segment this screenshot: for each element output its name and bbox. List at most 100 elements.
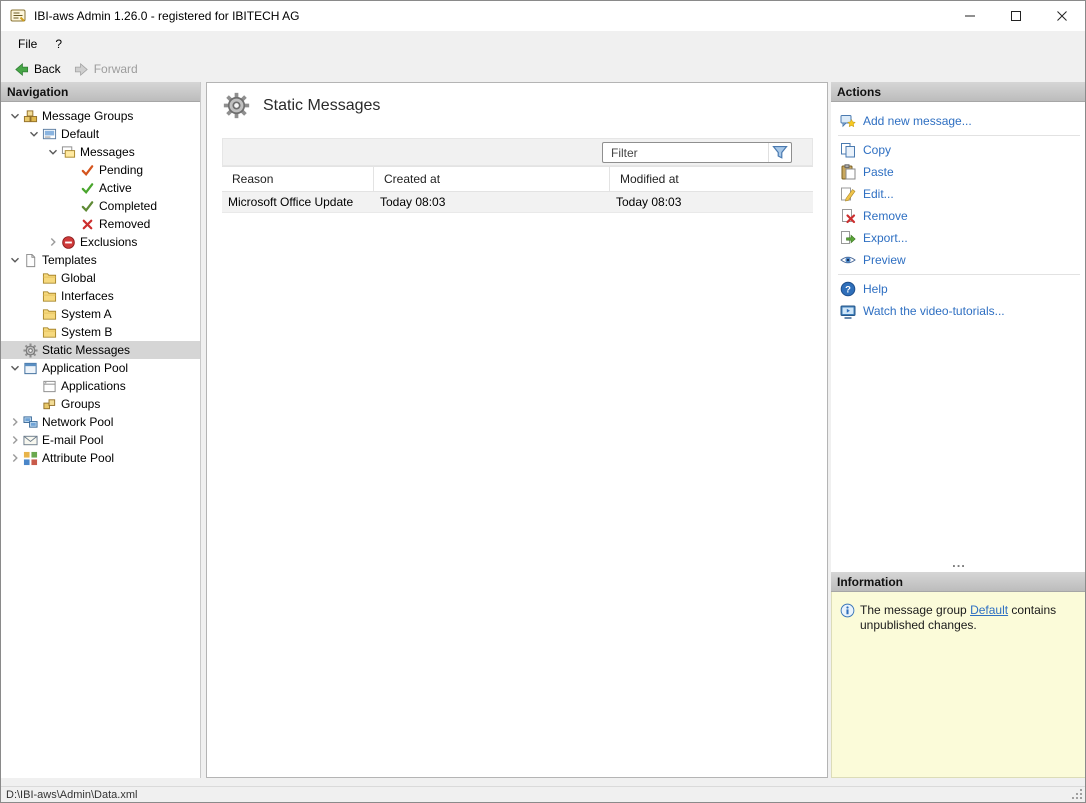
table-header: Reason Created at Modified at (222, 166, 813, 192)
actions-splitter-grip[interactable]: ... (831, 556, 1085, 572)
action-export[interactable]: Export... (831, 227, 1085, 249)
nav-tree: Message Groups Default Messages Pending … (1, 102, 200, 467)
table-cell: Today 08:03 (616, 195, 682, 209)
tree-item-exclusions[interactable]: Exclusions (1, 233, 200, 251)
preview-icon (840, 252, 856, 268)
menu-file[interactable]: File (9, 31, 46, 56)
navigation-panel-header: Navigation (1, 82, 200, 102)
tree-item-system-a[interactable]: System A (1, 305, 200, 323)
completed-icon (80, 199, 95, 214)
maximize-icon (1011, 11, 1021, 21)
back-button[interactable]: Back (7, 58, 67, 80)
chevron-right-icon[interactable] (7, 450, 23, 466)
tree-item-label: Exclusions (80, 235, 138, 249)
actions-panel: Actions Add new message... Copy Paste Ed… (831, 82, 1085, 572)
info-icon (840, 603, 855, 618)
action-label: Preview (863, 253, 906, 267)
action-paste[interactable]: Paste (831, 161, 1085, 183)
tree-item-default[interactable]: Default (1, 125, 200, 143)
active-icon (80, 181, 95, 196)
application-pool-icon (23, 361, 38, 376)
tree-item-label: Network Pool (42, 415, 114, 429)
folder-icon (42, 307, 57, 322)
information-panel: Information The message group Default co… (831, 572, 1085, 778)
menu-help[interactable]: ? (46, 31, 71, 56)
chevron-down-icon[interactable] (45, 144, 61, 160)
action-edit[interactable]: Edit... (831, 183, 1085, 205)
action-watch-the-video-tutorials[interactable]: Watch the video-tutorials... (831, 300, 1085, 322)
column-header-modified-at[interactable]: Modified at (610, 167, 813, 191)
chevron-right-icon[interactable] (45, 234, 61, 250)
tree-item-network-pool[interactable]: Network Pool (1, 413, 200, 431)
chevron-down-icon[interactable] (26, 126, 42, 142)
tree-item-templates[interactable]: Templates (1, 251, 200, 269)
tree-item-label: Default (61, 127, 100, 141)
tree-item-applications[interactable]: Applications (1, 377, 200, 395)
filter-input[interactable] (603, 143, 768, 162)
default-group-link[interactable]: Default (970, 603, 1008, 617)
tree-item-label: Templates (42, 253, 97, 267)
resize-grip[interactable] (1071, 788, 1083, 800)
tree-item-active[interactable]: Active (1, 179, 200, 197)
applications-icon (42, 379, 57, 394)
action-add-new-message[interactable]: Add new message... (831, 110, 1085, 132)
tree-item-removed[interactable]: Removed (1, 215, 200, 233)
video-icon (840, 303, 856, 319)
column-header-created-at[interactable]: Created at (374, 167, 610, 191)
tree-item-label: System A (61, 307, 112, 321)
close-button[interactable] (1039, 1, 1085, 31)
tree-item-system-b[interactable]: System B (1, 323, 200, 341)
tree-item-label: Message Groups (42, 109, 134, 123)
maximize-button[interactable] (993, 1, 1039, 31)
filter-icon[interactable] (768, 143, 791, 162)
tree-item-messages[interactable]: Messages (1, 143, 200, 161)
tree-item-groups[interactable]: Groups (1, 395, 200, 413)
actions-divider (838, 135, 1080, 136)
minimize-button[interactable] (947, 1, 993, 31)
tree-item-label: Completed (99, 199, 158, 213)
chevron-down-icon[interactable] (7, 360, 23, 376)
chevron-down-icon[interactable] (7, 108, 23, 124)
action-label: Help (863, 282, 888, 296)
action-remove[interactable]: Remove (831, 205, 1085, 227)
groups-icon (42, 397, 57, 412)
messages-icon (61, 145, 76, 160)
tree-item-global[interactable]: Global (1, 269, 200, 287)
information-text-before: The message group (860, 603, 971, 617)
tree-item-static-messages[interactable]: Static Messages (1, 341, 200, 359)
action-copy[interactable]: Copy (831, 139, 1085, 161)
tree-item-label: System B (61, 325, 113, 339)
static-messages-icon (23, 342, 38, 358)
action-help[interactable]: ? Help (831, 278, 1085, 300)
copy-icon (840, 142, 856, 158)
tree-item-message-groups[interactable]: Message Groups (1, 107, 200, 125)
message-groups-icon (23, 109, 38, 124)
chevron-down-icon[interactable] (7, 252, 23, 268)
tree-item-application-pool[interactable]: Application Pool (1, 359, 200, 377)
tree-item-attribute-pool[interactable]: Attribute Pool (1, 449, 200, 467)
table-row[interactable]: Microsoft Office Update Today 08:03 Today … (222, 192, 813, 213)
actions-panel-header: Actions (831, 82, 1085, 102)
tree-item-label: Removed (99, 217, 151, 231)
attribute-pool-icon (23, 451, 38, 466)
tree-item-pending[interactable]: Pending (1, 161, 200, 179)
action-label: Add new message... (863, 114, 972, 128)
column-header-reason[interactable]: Reason (222, 167, 374, 191)
tree-item-interfaces[interactable]: Interfaces (1, 287, 200, 305)
templates-icon (23, 253, 38, 268)
information-panel-header: Information (831, 572, 1085, 592)
tree-item-e-mail-pool[interactable]: E-mail Pool (1, 431, 200, 449)
tree-item-completed[interactable]: Completed (1, 197, 200, 215)
forward-button[interactable]: Forward (67, 58, 144, 80)
tree-item-label: Static Messages (42, 343, 131, 357)
tree-item-label: Application Pool (42, 361, 129, 375)
chevron-right-icon[interactable] (7, 432, 23, 448)
filter-band (222, 138, 813, 166)
chevron-right-icon[interactable] (7, 414, 23, 430)
window-controls (947, 1, 1085, 31)
action-preview[interactable]: Preview (831, 249, 1085, 271)
app-icon (10, 8, 26, 24)
